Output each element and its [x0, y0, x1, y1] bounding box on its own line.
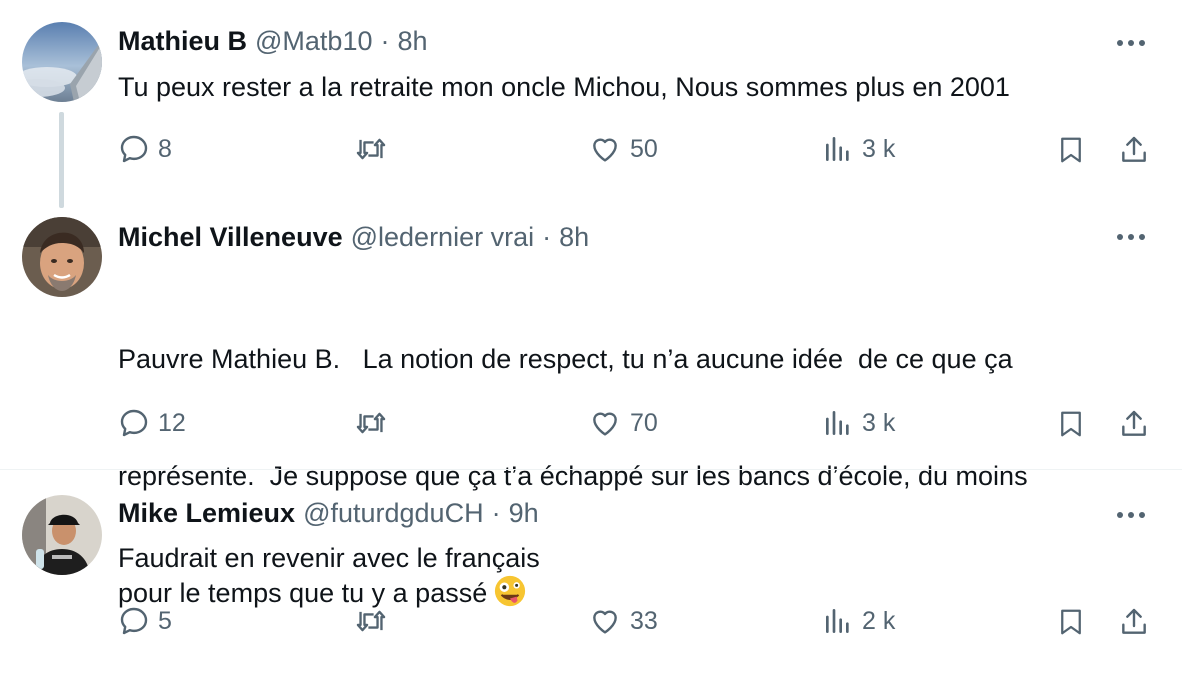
- reply-count: 5: [158, 606, 172, 635]
- user-handle[interactable]: @Matb10: [255, 26, 372, 57]
- bookmark-button[interactable]: [1056, 407, 1086, 441]
- views-count: 2 k: [862, 606, 896, 635]
- user-handle[interactable]: @futurdgduCH: [303, 498, 484, 529]
- more-icon: [1117, 234, 1145, 240]
- avatar-mathieu[interactable]: [22, 22, 102, 102]
- more-button[interactable]: [1114, 500, 1148, 530]
- retweet-button[interactable]: [354, 605, 388, 637]
- text-line-1: Pauvre Mathieu B. La notion de respect, …: [118, 344, 1013, 374]
- like-button[interactable]: 70: [588, 407, 658, 439]
- reply-icon: [120, 135, 148, 163]
- separator-dot: ·: [491, 498, 501, 528]
- reply-icon: [120, 607, 148, 635]
- tweet-header: Mathieu B @Matb10 · 8h: [118, 26, 1122, 57]
- bookmark-icon: [1061, 137, 1081, 163]
- avatar-mike[interactable]: [22, 495, 102, 575]
- views-count: 3 k: [862, 134, 896, 163]
- bookmark-icon: [1061, 411, 1081, 437]
- tweet-text: Tu peux rester a la retraite mon oncle M…: [118, 72, 1010, 102]
- retweet-icon: [356, 138, 386, 160]
- like-count: 33: [630, 606, 658, 635]
- more-icon: [1117, 512, 1145, 518]
- retweet-icon: [356, 610, 386, 632]
- action-bar: 5 33 2 k: [0, 605, 1182, 645]
- display-name[interactable]: Michel Villeneuve: [118, 222, 343, 253]
- tweet-header: Mike Lemieux @futurdgduCH · 9h: [118, 498, 1122, 529]
- reply-count: 12: [158, 408, 186, 437]
- share-button[interactable]: [1118, 407, 1150, 441]
- views-icon: [826, 411, 849, 435]
- heart-icon: [593, 412, 617, 436]
- separator-dot: ·: [542, 222, 552, 252]
- views-button[interactable]: 3 k: [822, 133, 895, 165]
- more-button[interactable]: [1114, 28, 1148, 58]
- display-name[interactable]: Mathieu B: [118, 26, 247, 57]
- timestamp[interactable]: 8h: [559, 222, 589, 253]
- action-bar: 12 70 3 k: [0, 407, 1182, 447]
- user-handle[interactable]: @ledernier vrai: [351, 222, 534, 253]
- heart-icon: [593, 610, 617, 634]
- views-count: 3 k: [862, 408, 896, 437]
- tweet-2[interactable]: Michel Villeneuve @ledernier vrai · 8h P…: [0, 200, 1182, 608]
- timestamp[interactable]: 9h: [509, 498, 539, 529]
- views-button[interactable]: 2 k: [822, 605, 895, 637]
- tweet-text: Faudrait en revenir avec le français: [118, 543, 540, 573]
- reply-button[interactable]: 12: [118, 407, 186, 439]
- heart-icon: [593, 138, 617, 162]
- like-button[interactable]: 33: [588, 605, 658, 637]
- more-icon: [1117, 40, 1145, 46]
- share-icon: [1122, 608, 1146, 634]
- share-icon: [1122, 136, 1146, 162]
- bookmark-icon: [1061, 609, 1081, 635]
- reply-icon: [120, 409, 148, 437]
- reply-button[interactable]: 8: [118, 133, 172, 165]
- more-button[interactable]: [1114, 222, 1148, 252]
- bookmark-button[interactable]: [1056, 133, 1086, 167]
- reply-count: 8: [158, 134, 172, 163]
- tweet-3[interactable]: Mike Lemieux @futurdgduCH · 9h Faudrait …: [0, 470, 1182, 666]
- like-count: 70: [630, 408, 658, 437]
- views-icon: [826, 609, 849, 633]
- bookmark-button[interactable]: [1056, 605, 1086, 639]
- retweet-icon: [356, 412, 386, 434]
- retweet-button[interactable]: [354, 133, 388, 165]
- like-button[interactable]: 50: [588, 133, 658, 165]
- tweet-header: Michel Villeneuve @ledernier vrai · 8h: [118, 222, 1122, 253]
- like-count: 50: [630, 134, 658, 163]
- avatar-michel[interactable]: [22, 217, 102, 297]
- display-name[interactable]: Mike Lemieux: [118, 498, 295, 529]
- share-icon: [1122, 410, 1146, 436]
- retweet-button[interactable]: [354, 407, 388, 439]
- views-icon: [826, 137, 849, 161]
- share-button[interactable]: [1118, 133, 1150, 167]
- tweet-1[interactable]: Mathieu B @Matb10 · 8h Tu peux rester a …: [0, 0, 1182, 208]
- separator-dot: ·: [380, 26, 390, 56]
- action-bar: 8 50 3 k: [0, 133, 1182, 173]
- reply-button[interactable]: 5: [118, 605, 172, 637]
- share-button[interactable]: [1118, 605, 1150, 639]
- views-button[interactable]: 3 k: [822, 407, 895, 439]
- timestamp[interactable]: 8h: [397, 26, 427, 57]
